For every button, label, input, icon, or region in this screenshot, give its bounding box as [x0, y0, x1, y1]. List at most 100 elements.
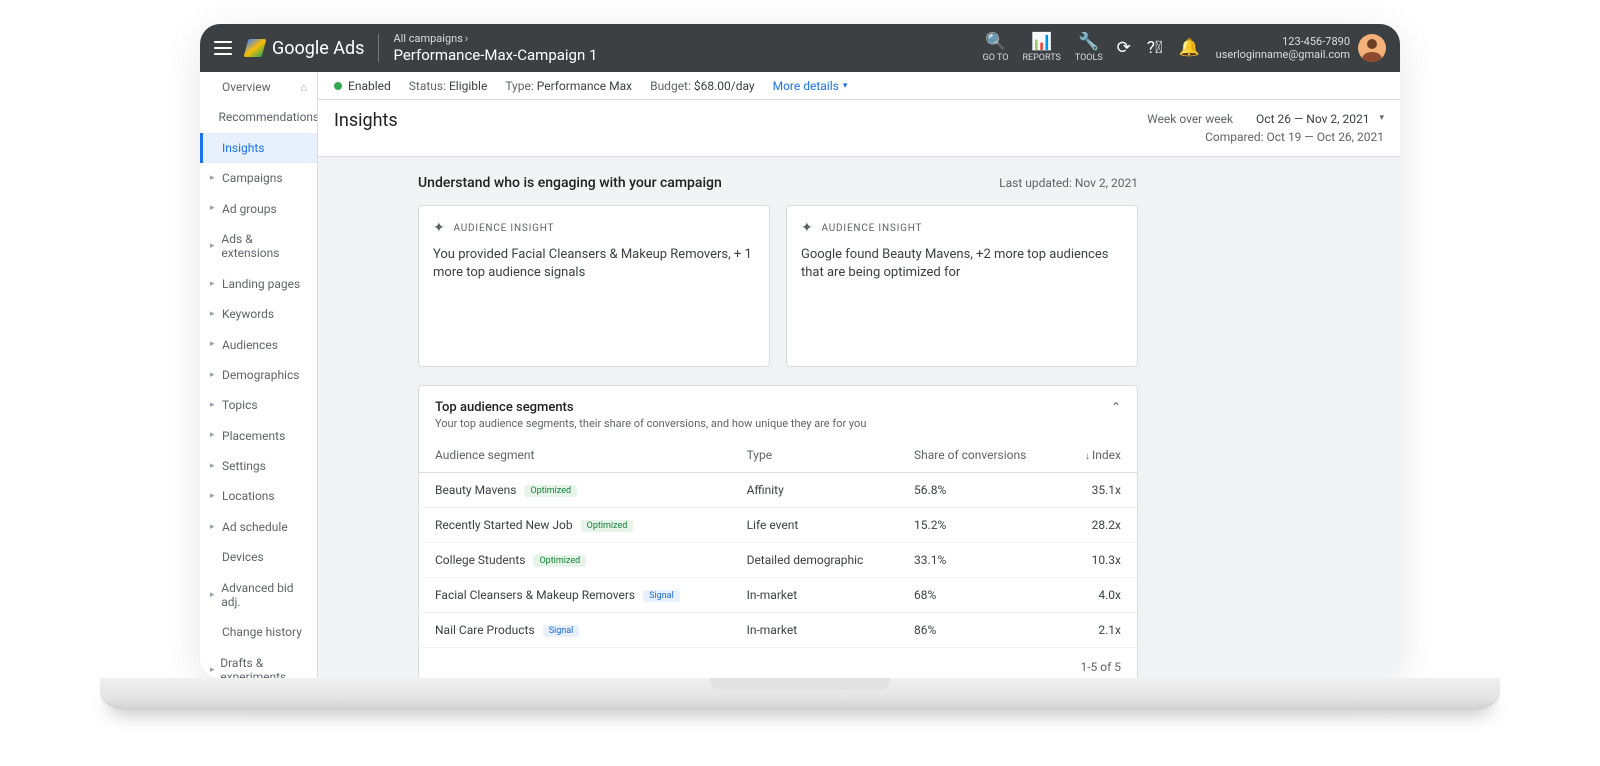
segment-index: 2.1x	[1060, 613, 1137, 648]
sidebar-item-label: Recommendations	[219, 110, 318, 124]
segment-name: Nail Care Products	[435, 623, 535, 637]
search-icon: 🔍	[985, 34, 1006, 51]
segment-share: 56.8%	[898, 473, 1060, 508]
segment-name: Facial Cleansers & Makeup Removers	[435, 588, 635, 602]
more-details-link[interactable]: More details ▾	[773, 79, 848, 93]
app-header: Google Ads All campaigns › Performance-M…	[200, 24, 1400, 72]
segment-share: 15.2%	[898, 508, 1060, 543]
col-share[interactable]: Share of conversions	[898, 438, 1060, 473]
chart-icon: 📊	[1031, 34, 1052, 51]
laptop-frame: Google Ads All campaigns › Performance-M…	[200, 24, 1400, 678]
sparkle-icon: ✦	[801, 220, 814, 236]
table-row[interactable]: College StudentsOptimized Detailed demog…	[419, 543, 1137, 578]
segment-share: 86%	[898, 613, 1060, 648]
col-segment[interactable]: Audience segment	[419, 438, 731, 473]
breadcrumb-parent: All campaigns	[393, 32, 462, 45]
segment-share: 33.1%	[898, 543, 1060, 578]
card-tag: AUDIENCE INSIGHT	[454, 223, 555, 234]
status-enabled: Enabled	[334, 79, 391, 93]
sidebar-item-locations[interactable]: ▸Locations	[200, 481, 317, 511]
collapse-icon[interactable]: ⌃	[1111, 400, 1121, 414]
chevron-right-icon: ▸	[210, 522, 218, 533]
home-icon: ⌂	[300, 81, 307, 94]
status-dot-icon	[334, 82, 342, 90]
sidebar-item-overview[interactable]: ▸Overview⌂	[200, 72, 317, 102]
segment-name: Beauty Mavens	[435, 483, 516, 497]
account-id: 123-456-7890	[1282, 35, 1350, 48]
sidebar-item-label: Overview	[222, 80, 271, 94]
menu-icon[interactable]	[214, 41, 232, 55]
sidebar-item-label: Audiences	[222, 338, 278, 352]
account-email: userloginname@gmail.com	[1216, 48, 1350, 61]
chevron-right-icon: ▸	[210, 491, 218, 502]
sidebar-item-audiences[interactable]: ▸Audiences	[200, 330, 317, 360]
sidebar-item-placements[interactable]: ▸Placements	[200, 421, 317, 451]
avatar	[1358, 34, 1386, 62]
sidebar-item-advanced-bid-adj-[interactable]: ▸Advanced bid adj.	[200, 573, 317, 618]
segment-type: In-market	[731, 613, 898, 648]
sidebar-item-devices[interactable]: ▸Devices	[200, 542, 317, 572]
chevron-right-icon: ▸	[210, 279, 218, 290]
user-menu[interactable]: 123-456-7890 userloginname@gmail.com	[1216, 34, 1386, 62]
refresh-icon[interactable]: ⟳	[1117, 38, 1131, 58]
card-tag: AUDIENCE INSIGHT	[822, 223, 923, 234]
sidebar-item-ad-schedule[interactable]: ▸ Ad schedule	[200, 512, 317, 542]
sidebar-item-label: Keywords	[222, 307, 274, 321]
col-type[interactable]: Type	[731, 438, 898, 473]
segment-chip: Optimized	[581, 520, 634, 532]
chevron-right-icon: ▸	[210, 665, 216, 676]
main: Enabled Status: Eligible Type: Performan…	[318, 72, 1400, 678]
sidebar-item-demographics[interactable]: ▸Demographics	[200, 360, 317, 390]
card-desc: You provided Facial Cleansers & Makeup R…	[433, 246, 755, 282]
col-index[interactable]: ↓Index	[1060, 438, 1137, 473]
sidebar-item-label: Change history	[222, 625, 302, 639]
segment-type: Detailed demographic	[731, 543, 898, 578]
date-range-picker[interactable]: Week over week Oct 26 — Nov 2, 2021 ▾ Co…	[1147, 110, 1384, 146]
chevron-right-icon: ▸	[210, 461, 218, 472]
sidebar-item-label: Devices	[222, 550, 264, 564]
chevron-right-icon: ▸	[210, 309, 218, 320]
sidebar-item-topics[interactable]: ▸Topics	[200, 390, 317, 420]
bell-icon[interactable]: 🔔	[1179, 38, 1200, 58]
sidebar-item-label: Landing pages	[222, 277, 300, 291]
sidebar-item-ad-groups[interactable]: ▸Ad groups	[200, 194, 317, 224]
logo-mark-icon	[244, 39, 267, 57]
reports-tool[interactable]: 📊 REPORTS	[1022, 34, 1060, 63]
segment-name: College Students	[435, 553, 525, 567]
table-row[interactable]: Facial Cleansers & Makeup Removers Signal…	[419, 578, 1137, 613]
pager: 1-5 of 5	[419, 648, 1137, 678]
sidebar-item-label: Ad schedule	[222, 520, 288, 534]
insight-card[interactable]: ✦AUDIENCE INSIGHTGoogle found Beauty Mav…	[786, 205, 1138, 367]
sidebar-item-ads-extensions[interactable]: ▸Ads & extensions	[200, 224, 317, 269]
breadcrumb[interactable]: All campaigns › Performance-Max-Campaign…	[393, 32, 597, 63]
table-row[interactable]: Nail Care ProductsSignal In-market 86% 2…	[419, 613, 1137, 648]
section-title: Understand who is engaging with your cam…	[418, 175, 722, 191]
sort-down-icon: ↓	[1085, 451, 1090, 462]
segment-index: 35.1x	[1060, 473, 1137, 508]
segment-chip: Signal	[643, 590, 680, 602]
sidebar-item-drafts-experiments[interactable]: ▸Drafts & experiments	[200, 648, 317, 678]
status-bar: Enabled Status: Eligible Type: Performan…	[318, 72, 1400, 100]
table-title: Top audience segments	[435, 400, 866, 415]
content-scroll[interactable]: Understand who is engaging with your cam…	[318, 157, 1400, 678]
product-logo[interactable]: Google Ads	[246, 38, 364, 59]
sidebar-item-change-history[interactable]: ▸Change history	[200, 617, 317, 647]
chevron-right-icon: ▸	[210, 370, 218, 381]
top-audience-table: Top audience segments Your top audience …	[418, 385, 1138, 678]
sparkle-icon: ✦	[433, 220, 446, 236]
goto-tool[interactable]: 🔍 GO TO	[983, 34, 1009, 63]
sidebar-item-campaigns[interactable]: ▸Campaigns	[200, 163, 317, 193]
table-row[interactable]: Beauty MavensOptimized Affinity 56.8% 35…	[419, 473, 1137, 508]
sidebar-item-keywords[interactable]: ▸ Keywords	[200, 299, 317, 329]
last-updated: Last updated: Nov 2, 2021	[999, 176, 1138, 190]
table-row[interactable]: Recently Started New JobOptimized Life e…	[419, 508, 1137, 543]
tools-tool[interactable]: 🔧 TOOLS	[1075, 34, 1103, 63]
insight-card[interactable]: ✦ AUDIENCE INSIGHT You provided Facial Cle…	[418, 205, 770, 367]
sidebar-item-landing-pages[interactable]: ▸ Landing pages	[200, 269, 317, 299]
sidebar: ▸Overview⌂▸Recommendations▸Insights▸Camp…	[200, 72, 318, 678]
sidebar-item-recommendations[interactable]: ▸Recommendations	[200, 102, 317, 132]
sidebar-item-insights[interactable]: ▸Insights	[200, 133, 317, 163]
help-icon[interactable]: ?⃝	[1147, 38, 1163, 58]
chevron-right-icon: ▸	[210, 430, 218, 441]
sidebar-item-settings[interactable]: ▸Settings	[200, 451, 317, 481]
